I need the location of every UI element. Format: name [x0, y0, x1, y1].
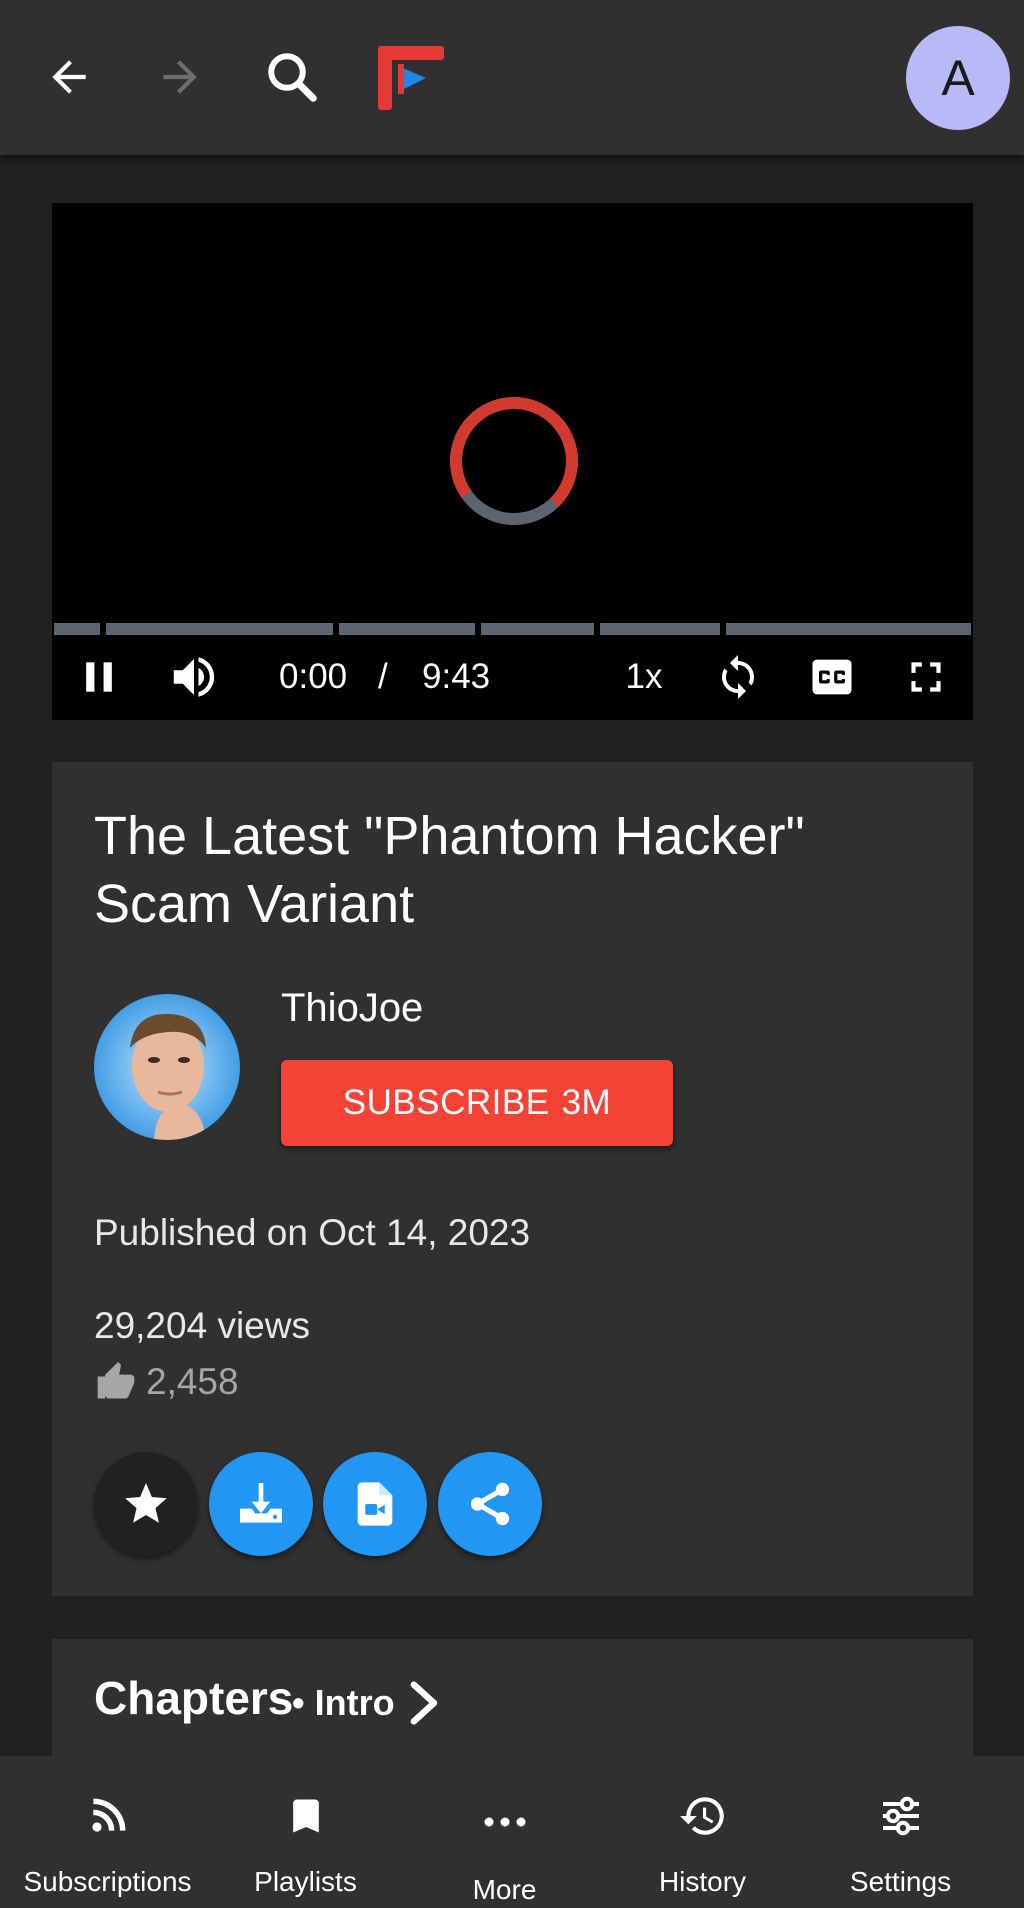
- playback-speed-button[interactable]: 1x: [612, 645, 676, 709]
- volume-icon: [173, 657, 215, 697]
- chapter-segment: [481, 623, 594, 635]
- fullscreen-button[interactable]: [894, 645, 958, 709]
- pause-button[interactable]: [67, 645, 131, 709]
- user-avatar-button[interactable]: A: [906, 26, 1010, 130]
- current-time: 0:00: [279, 657, 348, 696]
- share-button[interactable]: [438, 1452, 542, 1556]
- star-icon: [125, 1483, 167, 1523]
- chapter-segment: [600, 623, 720, 635]
- nav-label: Subscriptions: [23, 1866, 192, 1897]
- nav-history[interactable]: History: [600, 1756, 805, 1908]
- loop-button[interactable]: [706, 645, 770, 709]
- forward-button[interactable]: [143, 40, 217, 114]
- chapters-section[interactable]: Chapters • Intro: [52, 1639, 973, 1759]
- subscriber-count: 3M: [561, 1083, 612, 1122]
- video-title: The Latest "Phantom Hacker" Scam Variant: [94, 806, 805, 934]
- more-dots-icon: [484, 1817, 525, 1827]
- nav-playlists[interactable]: Playlists: [203, 1756, 408, 1908]
- favorite-button[interactable]: [94, 1452, 198, 1556]
- view-count: 29,204 views: [94, 1305, 310, 1346]
- nav-label: Settings: [849, 1866, 952, 1897]
- nav-label: History: [658, 1866, 747, 1897]
- history-icon: [679, 1797, 724, 1835]
- video-player[interactable]: 0:00 / 9:43 1x: [52, 203, 973, 720]
- fullscreen-icon: [911, 662, 941, 692]
- back-button[interactable]: [32, 40, 106, 114]
- loop-icon: [722, 655, 754, 699]
- chapters-title: Chapters: [94, 1672, 294, 1724]
- like-count-row: 2,458: [94, 1360, 239, 1404]
- share-icon: [470, 1482, 510, 1526]
- nav-label: Playlists: [254, 1866, 357, 1897]
- current-chapter-label: Intro: [314, 1682, 395, 1723]
- volume-button[interactable]: [162, 645, 226, 709]
- avatar-letter: A: [941, 50, 975, 106]
- player-controls: 0:00 / 9:43 1x: [52, 635, 973, 720]
- chapter-segment: [106, 623, 333, 635]
- download-icon: [240, 1483, 282, 1523]
- arrow-right-icon: [163, 60, 197, 94]
- nav-subscriptions[interactable]: Subscriptions: [5, 1756, 210, 1908]
- chapter-segment: [339, 623, 475, 635]
- thumbs-up-icon: [97, 1361, 135, 1399]
- seek-bar[interactable]: [54, 623, 971, 635]
- subscribe-label: SUBSCRIBE: [342, 1083, 550, 1122]
- current-chapter[interactable]: • Intro: [292, 1681, 441, 1725]
- pause-icon: [86, 662, 112, 692]
- top-bar: A: [0, 0, 1024, 155]
- arrow-left-icon: [52, 60, 86, 94]
- download-button[interactable]: [209, 1452, 313, 1556]
- like-count: 2,458: [146, 1361, 239, 1402]
- published-date: Published on Oct 14, 2023: [94, 1212, 531, 1253]
- video-file-button[interactable]: [323, 1452, 427, 1556]
- sliders-icon: [882, 1796, 919, 1836]
- captions-button[interactable]: [800, 645, 864, 709]
- bookmark-icon: [292, 1799, 319, 1833]
- subscribe-button[interactable]: SUBSCRIBE 3M: [281, 1060, 673, 1146]
- channel-avatar[interactable]: [94, 994, 240, 1140]
- time-separator: /: [378, 657, 388, 696]
- chevron-right-icon: [410, 1681, 437, 1725]
- rss-icon: [91, 1798, 125, 1832]
- chapter-segment: [726, 623, 971, 635]
- loading-spinner-icon: [450, 397, 578, 525]
- nav-label: More: [472, 1874, 537, 1905]
- file-video-icon: [357, 1482, 393, 1526]
- nav-more[interactable]: More: [402, 1756, 607, 1908]
- search-button[interactable]: [255, 40, 329, 114]
- duration: 9:43: [422, 657, 491, 696]
- nav-settings[interactable]: Settings: [798, 1756, 1003, 1908]
- video-info-card: The Latest "Phantom Hacker" Scam Variant…: [52, 762, 973, 1596]
- app-logo[interactable]: [376, 44, 446, 112]
- playback-speed-label: 1x: [625, 657, 663, 696]
- chapter-bullet: •: [292, 1682, 305, 1723]
- search-icon: [268, 53, 317, 102]
- closed-captions-icon: [812, 659, 852, 695]
- chapter-segment: [54, 623, 100, 635]
- channel-name[interactable]: ThioJoe: [281, 986, 423, 1031]
- bottom-navigation: Subscriptions Playlists More History Set…: [0, 1756, 1024, 1908]
